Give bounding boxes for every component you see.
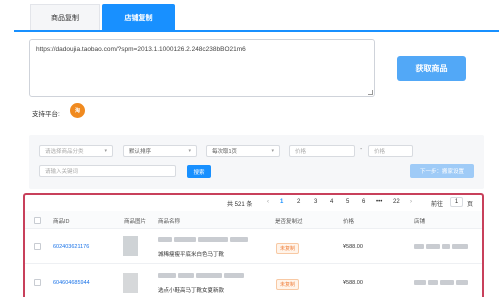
page-5[interactable]: 5	[346, 199, 349, 205]
page-22[interactable]: 22	[393, 199, 400, 205]
header-product-name: 商品名称	[158, 219, 181, 225]
header-shop: 店铺	[414, 219, 426, 225]
row-checkbox[interactable]	[34, 243, 41, 250]
copy-status-badge: 未复制	[276, 279, 300, 290]
goto-page-input[interactable]: 1	[450, 197, 463, 207]
table-row[interactable]: 602403621176 城稀瘦瘦平底米白色马丁靴 未复制 ¥588.00	[25, 230, 482, 264]
product-name: 城稀瘦瘦平底米白色马丁靴	[158, 252, 225, 258]
header-product-image: 商品图片	[124, 219, 147, 225]
product-price: ¥588.00	[343, 244, 363, 250]
copy-status-badge: 未复制	[276, 243, 300, 254]
tab-shop-copy[interactable]: 店铺复制	[102, 4, 175, 31]
page-6[interactable]: 6	[362, 199, 365, 205]
row-checkbox[interactable]	[34, 279, 41, 286]
platform-label: 支持平台:	[32, 111, 60, 118]
per-page-select[interactable]: 每次取1页 ▾	[206, 145, 280, 157]
url-input[interactable]: https://dadoujia.taobao.com/?spm=2013.1.…	[29, 39, 375, 97]
header-price: 价格	[343, 219, 355, 225]
page-ellipsis[interactable]: •••	[376, 199, 382, 205]
prev-page-button[interactable]: ‹	[267, 199, 269, 205]
shop-name-masked	[414, 280, 470, 286]
table-header: 商品ID 商品图片 商品名称 是否复制过 价格 店铺	[25, 211, 482, 229]
chevron-down-icon: ▾	[271, 148, 274, 154]
tab-product-copy[interactable]: 商品复制	[30, 4, 100, 31]
table-row[interactable]: 604604685944 选点小鞋高马丁靴女夏新款 未复制 ¥588.00	[25, 265, 482, 297]
category-placeholder: 请选择商品分类	[45, 149, 84, 155]
product-name: 选点小鞋高马丁靴女夏新款	[158, 288, 225, 294]
page-unit-label: 页	[467, 202, 474, 208]
resize-handle[interactable]	[368, 90, 373, 95]
taobao-icon: 淘	[70, 103, 85, 118]
shop-name-masked	[414, 244, 470, 250]
product-id-link[interactable]: 604604685944	[53, 280, 90, 286]
keyword-input[interactable]: 请输入关键词	[39, 165, 176, 177]
price-max-placeholder: 价格	[374, 149, 386, 155]
fetch-products-button[interactable]: 获取商品	[397, 56, 466, 81]
next-page-button[interactable]: ›	[410, 199, 412, 205]
pagination-total: 共 521 条	[227, 202, 253, 208]
header-product-id: 商品ID	[53, 219, 70, 225]
product-thumbnail	[123, 273, 138, 293]
sort-value: 默认排序	[129, 149, 152, 155]
category-select[interactable]: 请选择商品分类 ▾	[39, 145, 113, 157]
price-max-input[interactable]: 价格	[368, 145, 413, 157]
chevron-down-icon: ▾	[188, 148, 191, 154]
next-step-button[interactable]: 下一步：搬家设置	[410, 164, 474, 178]
per-page-value: 每次取1页	[212, 149, 238, 155]
product-name-masked	[158, 237, 250, 243]
keyword-placeholder: 请输入关键词	[45, 169, 79, 175]
price-range-dash: -	[360, 146, 363, 153]
page-4[interactable]: 4	[330, 199, 333, 205]
page-1[interactable]: 1	[280, 199, 283, 205]
goto-label: 前往	[431, 202, 444, 208]
filter-panel	[29, 135, 484, 189]
page-2[interactable]: 2	[297, 199, 300, 205]
price-min-input[interactable]: 价格	[289, 145, 355, 157]
select-all-checkbox[interactable]	[34, 217, 41, 224]
chevron-down-icon: ▾	[104, 148, 107, 154]
sort-select[interactable]: 默认排序 ▾	[123, 145, 197, 157]
page-3[interactable]: 3	[314, 199, 317, 205]
search-button[interactable]: 搜索	[187, 165, 211, 178]
header-copied: 是否复制过	[275, 219, 303, 225]
url-input-value: https://dadoujia.taobao.com/?spm=2013.1.…	[36, 46, 246, 53]
product-name-masked	[158, 273, 246, 279]
price-min-placeholder: 价格	[295, 149, 307, 155]
product-id-link[interactable]: 602403621176	[53, 244, 89, 250]
product-thumbnail	[123, 236, 138, 256]
product-price: ¥588.00	[343, 280, 363, 286]
tab-underline	[14, 30, 499, 32]
